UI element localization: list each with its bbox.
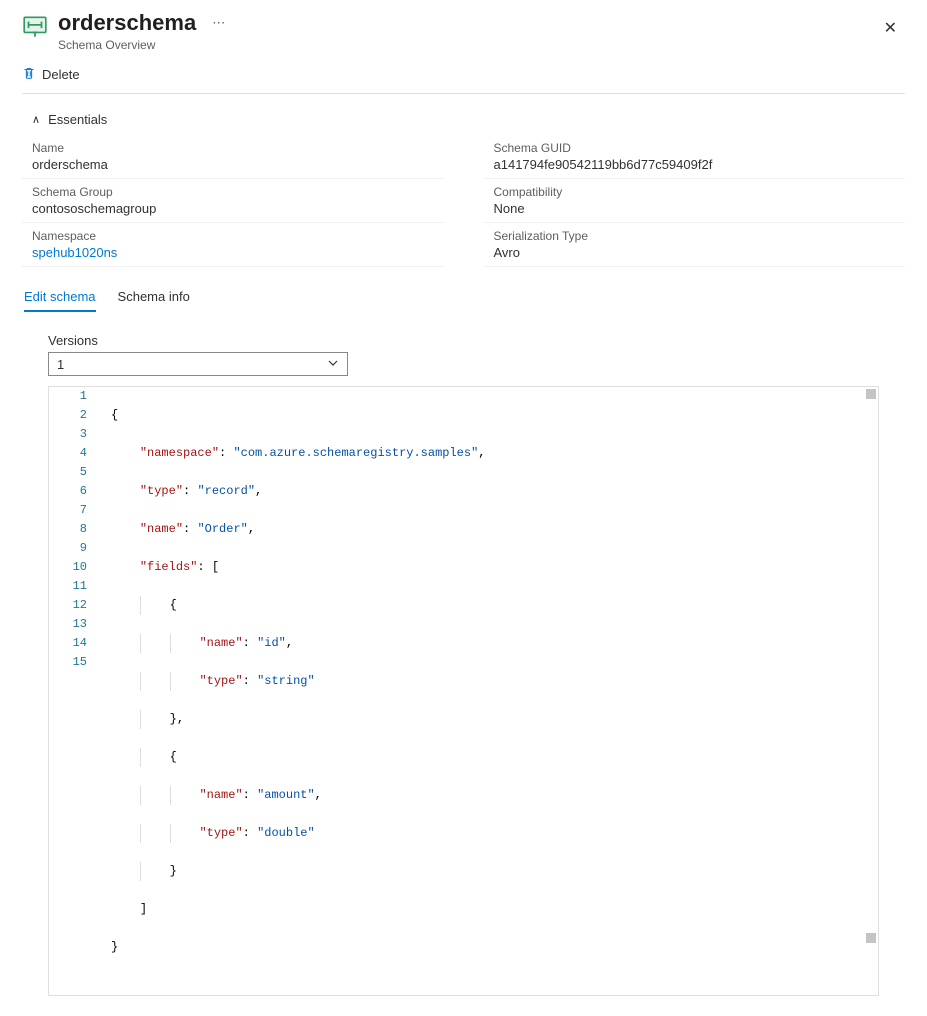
tab-edit-schema[interactable]: Edit schema <box>24 283 96 312</box>
delete-icon <box>22 66 36 83</box>
essentials-value: None <box>494 201 896 216</box>
header: orderschema ⋯ Schema Overview ✕ <box>0 0 927 58</box>
namespace-link[interactable]: spehub1020ns <box>32 245 434 260</box>
close-button[interactable]: ✕ <box>876 14 905 42</box>
more-icon[interactable]: ⋯ <box>212 15 225 31</box>
essentials-namespace: Namespace spehub1020ns <box>22 223 444 267</box>
essentials-guid: Schema GUID a141794fe90542119bb6d77c5940… <box>484 135 906 179</box>
tabs: Edit schema Schema info <box>0 267 927 313</box>
schema-editor[interactable]: 123456789101112131415 { "namespace": "co… <box>48 386 879 996</box>
versions-select[interactable]: 1 <box>48 352 348 376</box>
essentials-toggle[interactable]: ∧ Essentials <box>22 104 905 135</box>
essentials-serialization: Serialization Type Avro <box>484 223 906 267</box>
essentials-heading: Essentials <box>48 112 107 127</box>
close-icon: ✕ <box>884 20 897 37</box>
page-subtitle: Schema Overview <box>58 38 876 52</box>
toolbar: Delete <box>0 58 927 93</box>
essentials-compat: Compatibility None <box>484 179 906 223</box>
essentials-label: Namespace <box>32 229 434 243</box>
essentials-value: a141794fe90542119bb6d77c59409f2f <box>494 157 896 172</box>
delete-button[interactable]: Delete <box>22 66 80 83</box>
essentials-section: ∧ Essentials Name orderschema Schema GUI… <box>0 94 927 267</box>
editor-code[interactable]: { "namespace": "com.azure.schemaregistry… <box>107 387 878 995</box>
versions-label: Versions <box>48 333 879 348</box>
essentials-group: Schema Group contososchemagroup <box>22 179 444 223</box>
scrollbar-marker <box>866 933 876 943</box>
tab-schema-info[interactable]: Schema info <box>118 283 190 312</box>
essentials-label: Name <box>32 141 434 155</box>
essentials-value: contososchemagroup <box>32 201 434 216</box>
chevron-up-icon: ∧ <box>32 113 40 126</box>
essentials-label: Compatibility <box>494 185 896 199</box>
page-title: orderschema <box>58 10 196 36</box>
essentials-value: orderschema <box>32 157 434 172</box>
editor-gutter: 123456789101112131415 <box>49 387 107 995</box>
essentials-value: Avro <box>494 245 896 260</box>
versions-selected-value: 1 <box>57 357 64 372</box>
versions-section: Versions 1 <box>0 313 927 376</box>
schema-icon <box>22 14 48 40</box>
essentials-label: Schema Group <box>32 185 434 199</box>
essentials-label: Serialization Type <box>494 229 896 243</box>
essentials-label: Schema GUID <box>494 141 896 155</box>
essentials-name: Name orderschema <box>22 135 444 179</box>
delete-label: Delete <box>42 67 80 82</box>
chevron-down-icon <box>327 357 339 372</box>
